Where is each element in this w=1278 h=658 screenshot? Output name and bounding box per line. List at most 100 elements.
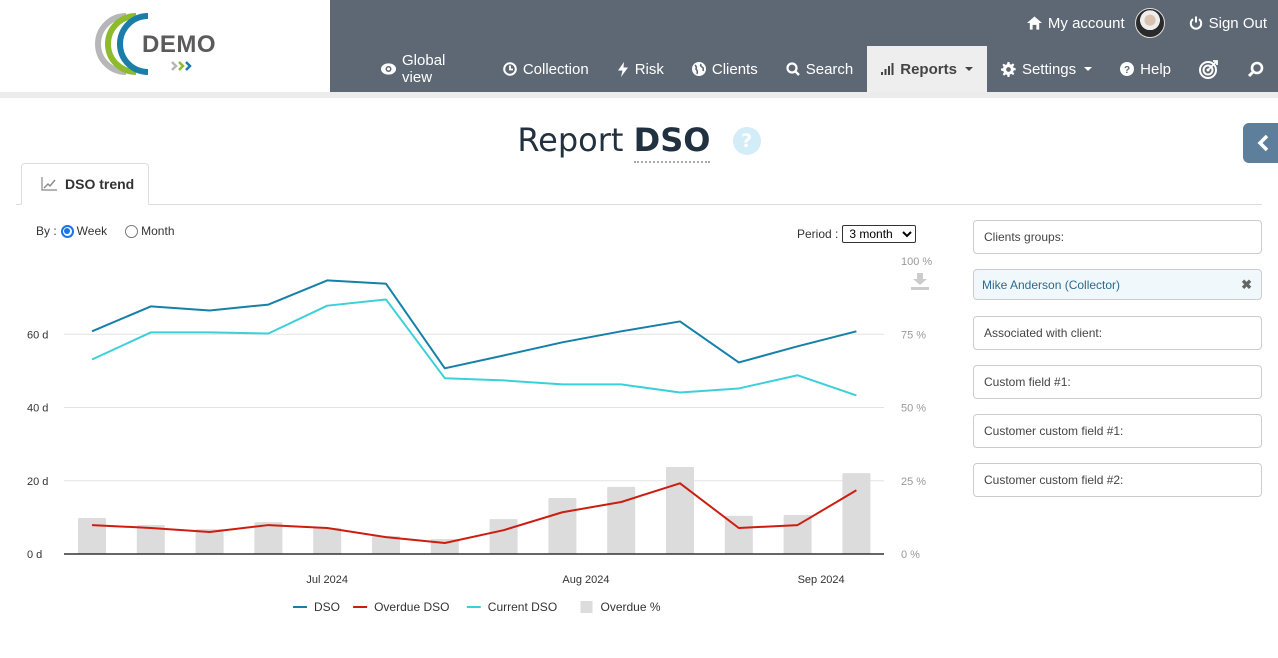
filter-clients-groups[interactable]: Clients groups: [973,220,1262,254]
bar-overdue-pct [548,498,577,554]
y-left-tick-label: 0 d [27,549,42,561]
filter-collector[interactable]: Mike Anderson (Collector) ✖ [973,269,1262,300]
filter-custom-field-1[interactable]: Custom field #1: [973,365,1262,399]
bar-chart-icon [881,63,894,75]
nav-label: Reports [900,60,957,78]
line-chart-icon [41,177,57,191]
filter-customer-custom-field-1[interactable]: Customer custom field #1: [973,414,1262,448]
nav-reports[interactable]: Reports [867,46,987,92]
legend-label: Overdue % [601,600,661,614]
sign-out-link[interactable]: Sign Out [1189,15,1267,32]
power-icon [1189,16,1202,30]
filter-associated-client[interactable]: Associated with client: [973,316,1262,350]
granularity-selector: By : Week Month [36,224,175,238]
filter-customer-custom-field-2[interactable]: Customer custom field #2: [973,463,1262,497]
sign-out-label: Sign Out [1208,14,1267,32]
gear-icon [1000,61,1016,77]
caret-down-icon [964,67,973,71]
chevron-left-icon [1257,134,1269,152]
nav-label: Settings [1021,60,1077,78]
filter-label: Customer custom field #1: [984,424,1124,438]
title-strong: DSO [633,121,711,163]
nav-label: Global view [402,52,446,86]
nav-search[interactable]: Search [772,46,868,92]
remove-icon[interactable]: ✖ [1241,277,1252,293]
nav-label: Search [805,60,854,78]
nav-settings[interactable]: Settings [987,46,1106,92]
download-icon-base [911,287,929,290]
y-left-tick-label: 60 d [27,329,48,341]
period-control: Period : 3 month [797,225,917,243]
bar-overdue-pct [783,515,812,554]
bolt-icon [617,61,628,77]
y-right-tick-label: 50 % [901,403,926,415]
radio-month[interactable] [125,224,139,238]
x-tick-label: Aug 2024 [562,574,609,586]
bar-overdue-pct [313,527,342,554]
radio-week[interactable] [60,224,74,238]
magnifier-icon [1247,61,1264,77]
nav-label: Risk [634,60,664,78]
title-prefix: Report [517,121,624,159]
radio-month-label: Month [141,224,175,238]
period-select[interactable]: 3 month [842,225,917,243]
dso-trend-chart: 0 d 20 d 40 d 60 d 0 % 25 % 50 % 75 % 100 % Jul 2… [27,256,932,614]
clock-icon [503,62,517,76]
filter-label: Custom field #1: [984,375,1071,389]
nav-risk[interactable]: Risk [603,46,678,92]
legend-label: Current DSO [488,600,557,614]
logo-text: DEMO [142,31,216,58]
y-right-tick-label: 0 % [901,549,920,561]
eye-icon [381,63,397,75]
svg-text:?: ? [1124,65,1130,76]
bar-overdue-pct [489,519,518,554]
target-icon [1199,60,1218,79]
tabs-divider [16,204,1262,205]
radio-week-label: Week [76,224,108,238]
bar-overdue-pct [78,517,106,554]
y-right-tick-label: 25 % [901,476,926,488]
nav-label: Collection [522,60,589,78]
nav-quick-search[interactable] [1233,46,1278,92]
logo-curve [250,0,330,132]
avatar[interactable] [1134,8,1165,38]
by-label: By : [36,224,57,238]
nav-help[interactable]: ? Help [1106,46,1185,92]
bar-overdue-pct [666,466,694,554]
legend-swatch [580,601,593,613]
my-account-link[interactable]: My account [1026,14,1125,32]
nav-global-view[interactable]: Global view [367,46,489,92]
nav-collection[interactable]: Collection [489,46,603,92]
main-nav: Global view Collection Risk Clients Sear… [367,46,1278,92]
caret-down-icon [1084,67,1093,71]
help-icon[interactable]: ? [732,127,761,155]
y-right-tick-label: 100 % [901,256,932,268]
y-left-tick-label: 20 d [27,476,48,488]
tab-label: DSO trend [65,176,135,192]
tab-dso-trend[interactable]: DSO trend [21,163,149,205]
filter-label: Customer custom field #2: [984,473,1124,487]
x-tick-label: Jul 2024 [306,574,348,586]
top-header: DEMO My account Sign Out Global view Col… [0,0,1278,132]
series-line-dso [91,279,857,370]
filters-panel: Clients groups: Mike Anderson (Collector… [973,220,1262,512]
legend-label: Overdue DSO [374,600,449,614]
bar-overdue-pct [842,473,871,554]
page-title: Report DSO ? [0,121,1278,163]
nav-label: Clients [711,60,758,78]
bar-overdue-pct [607,486,636,554]
header-subbar [0,92,1278,98]
my-account-label: My account [1047,14,1125,32]
globe-icon [691,62,706,76]
x-tick-label: Sep 2024 [798,574,845,586]
legend-label: DSO [314,600,340,614]
filter-label: Clients groups: [984,230,1065,244]
home-icon [1026,16,1042,30]
nav-clients[interactable]: Clients [678,46,772,92]
account-links: My account Sign Out [1026,8,1267,38]
filter-label: Associated with client: [984,326,1103,340]
nav-target[interactable] [1185,46,1233,92]
nav-label: Help [1140,60,1171,78]
logo-area: DEMO [0,0,330,132]
side-panel-toggle[interactable] [1243,123,1278,163]
